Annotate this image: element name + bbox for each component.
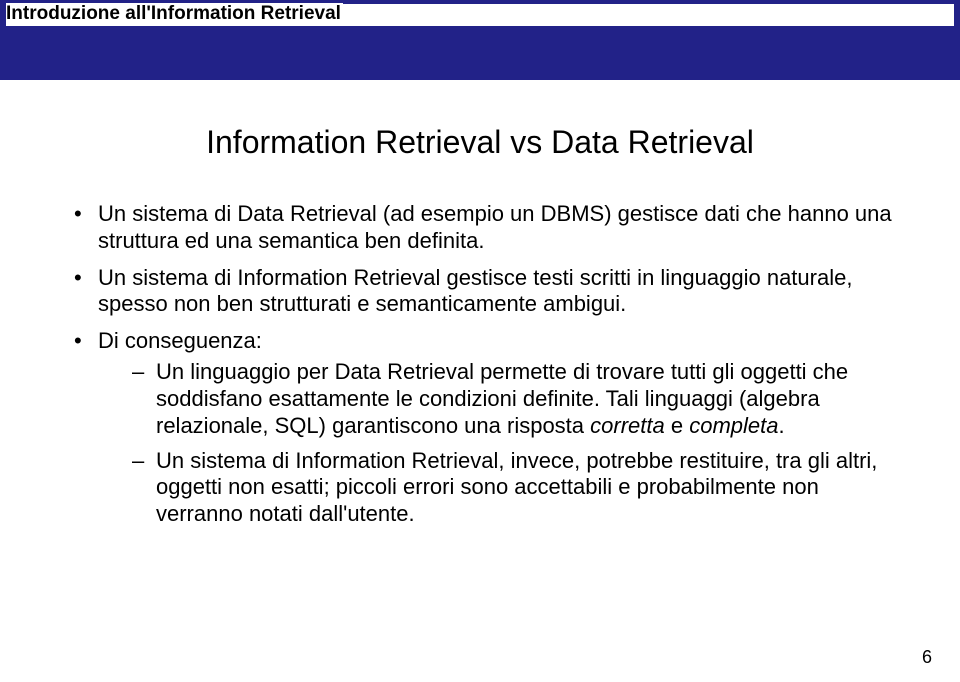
bullet-text: Di conseguenza:: [98, 328, 262, 353]
header-band: Introduzione all'Information Retrieval: [0, 0, 960, 80]
emphasis: corretta: [590, 413, 665, 438]
sub-bullet-text: .: [778, 413, 784, 438]
list-item: Un sistema di Information Retrieval, inv…: [132, 448, 904, 528]
sub-bullet-text: e: [665, 413, 689, 438]
slide-body: Information Retrieval vs Data Retrieval …: [0, 80, 960, 558]
emphasis: completa: [689, 413, 778, 438]
list-item: Un sistema di Data Retrieval (ad esempio…: [74, 201, 904, 255]
bullet-text: Un sistema di Information Retrieval gest…: [98, 265, 852, 317]
list-item: Un sistema di Information Retrieval gest…: [74, 265, 904, 319]
slide-title: Information Retrieval vs Data Retrieval: [56, 124, 904, 161]
sub-bullet-text: Un sistema di Information Retrieval, inv…: [156, 448, 877, 527]
bullet-text: Un sistema di Data Retrieval (ad esempio…: [98, 201, 892, 253]
bullet-list: Un sistema di Data Retrieval (ad esempio…: [56, 201, 904, 528]
sub-bullet-list: Un linguaggio per Data Retrieval permett…: [98, 359, 904, 528]
course-title: Introduzione all'Information Retrieval: [6, 3, 343, 24]
page-number: 6: [922, 647, 932, 668]
list-item: Di conseguenza: Un linguaggio per Data R…: [74, 328, 904, 528]
list-item: Un linguaggio per Data Retrieval permett…: [132, 359, 904, 439]
